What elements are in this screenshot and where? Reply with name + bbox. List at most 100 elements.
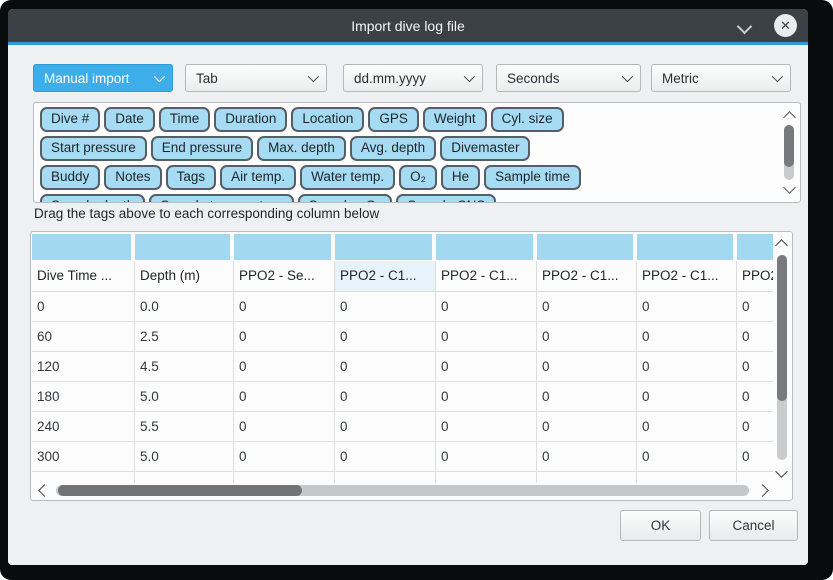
- combo-field-separator[interactable]: Tab: [185, 64, 327, 92]
- tag-max-depth[interactable]: Max. depth: [257, 136, 346, 161]
- table-cell: 0: [436, 352, 537, 381]
- scroll-right-icon[interactable]: [756, 484, 769, 497]
- table-cell: 300: [32, 442, 135, 471]
- column-header[interactable]: Depth (m): [135, 261, 234, 291]
- table-cell: 0: [335, 322, 436, 351]
- table-cell: 0: [737, 292, 773, 321]
- column-header[interactable]: PPO2 - C1...: [436, 261, 537, 291]
- combo-value: dd.mm.yyyy: [354, 71, 456, 86]
- tag-sample-depth[interactable]: Sample depth: [40, 194, 145, 202]
- tag-list-panel: Dive #DateTimeDurationLocationGPSWeightC…: [33, 102, 801, 203]
- table-row: 1204.5000000: [32, 352, 773, 382]
- shade-chevron-down-icon[interactable]: [737, 19, 753, 35]
- scroll-up-icon[interactable]: [775, 239, 788, 252]
- combo-duration-format[interactable]: Seconds: [496, 64, 641, 92]
- combo-import-mode[interactable]: Manual import: [33, 64, 173, 92]
- table-cell: 0: [537, 352, 637, 381]
- tag-row: Sample depth Sample temperature Sample pO₂…: [36, 192, 780, 202]
- tag-air-temp[interactable]: Air temp.: [220, 165, 296, 190]
- table-cell: 0: [737, 412, 773, 441]
- ok-button[interactable]: OK: [620, 510, 701, 541]
- tag-start-pressure[interactable]: Start pressure: [40, 136, 147, 161]
- tag-sample-temperature[interactable]: Sample temperature: [149, 194, 293, 202]
- drop-target-cell[interactable]: [135, 234, 230, 260]
- scrollbar-thumb[interactable]: [58, 485, 302, 496]
- chevron-down-icon: [772, 71, 783, 82]
- titlebar[interactable]: Import dive log file ✕: [8, 9, 808, 42]
- column-header[interactable]: PPO2 - C1...: [737, 261, 773, 291]
- drop-target-cell[interactable]: [436, 234, 533, 260]
- tag-sample-cns[interactable]: Sample CNS: [396, 194, 496, 202]
- table-cell: 120: [32, 352, 135, 381]
- table-cell: 0: [737, 442, 773, 471]
- drop-target-cell[interactable]: [32, 234, 131, 260]
- table-cell: 0: [234, 292, 335, 321]
- tag-cyl-size[interactable]: Cyl. size: [491, 107, 564, 132]
- table-cell: 5.0: [135, 442, 234, 471]
- tag-notes[interactable]: Notes: [104, 165, 161, 190]
- table-cell: 0: [335, 412, 436, 441]
- tag-sample-po[interactable]: Sample pO₂: [298, 194, 393, 202]
- tag-row: BuddyNotesTagsAir temp.Water temp.O₂HeSa…: [36, 163, 780, 192]
- scroll-left-icon[interactable]: [38, 484, 51, 497]
- scroll-up-icon[interactable]: [783, 111, 796, 124]
- table-vertical-scrollbar[interactable]: [773, 233, 791, 482]
- close-button[interactable]: ✕: [774, 14, 797, 37]
- table-horizontal-scrollbar[interactable]: [32, 481, 773, 500]
- tag-end-pressure[interactable]: End pressure: [151, 136, 253, 161]
- drop-target-cell[interactable]: [537, 234, 633, 260]
- drop-target-cell[interactable]: [234, 234, 331, 260]
- tag-divemaster[interactable]: Divemaster: [440, 136, 530, 161]
- tag-water-temp[interactable]: Water temp.: [300, 165, 395, 190]
- drop-target-cell[interactable]: [335, 234, 432, 260]
- tag-avg-depth[interactable]: Avg. depth: [350, 136, 436, 161]
- tag-gps[interactable]: GPS: [368, 107, 419, 132]
- scrollbar-thumb[interactable]: [777, 255, 787, 401]
- table-cell: 180: [32, 382, 135, 411]
- tag-duration[interactable]: Duration: [214, 107, 287, 132]
- column-header[interactable]: PPO2 - C1...: [537, 261, 637, 291]
- tag-buddy[interactable]: Buddy: [40, 165, 100, 190]
- combo-date-format[interactable]: dd.mm.yyyy: [343, 64, 483, 92]
- combo-value: Manual import: [44, 71, 146, 86]
- tag-time[interactable]: Time: [159, 107, 211, 132]
- tag-o[interactable]: O₂: [399, 165, 437, 190]
- drop-target-cell[interactable]: [637, 234, 733, 260]
- column-header[interactable]: PPO2 - C1...: [637, 261, 737, 291]
- table-cell: 0: [436, 292, 537, 321]
- table-row: 3005.0000000: [32, 442, 773, 472]
- import-dive-log-dialog: Import dive log file ✕ Manual import Tab d…: [8, 9, 808, 565]
- tags-vertical-scrollbar[interactable]: [781, 105, 798, 200]
- tag-tags[interactable]: Tags: [166, 165, 217, 190]
- scroll-down-icon[interactable]: [783, 181, 796, 194]
- tag-date[interactable]: Date: [104, 107, 155, 132]
- tag-he[interactable]: He: [441, 165, 480, 190]
- table-cell: 0: [537, 292, 637, 321]
- tag-weight[interactable]: Weight: [423, 107, 487, 132]
- table-row: 602.5000000: [32, 322, 773, 352]
- csv-preview-table: Dive Time ...Depth (m)PPO2 - Se...PPO2 -…: [30, 231, 793, 501]
- table-cell: 5.5: [135, 412, 234, 441]
- table-cell: 0.0: [135, 292, 234, 321]
- tag-rows: Dive #DateTimeDurationLocationGPSWeightC…: [36, 105, 780, 202]
- column-header[interactable]: PPO2 - Se...: [234, 261, 335, 291]
- tag-sample-time[interactable]: Sample time: [484, 165, 581, 190]
- combo-value: Seconds: [507, 71, 614, 86]
- tag-location[interactable]: Location: [291, 107, 364, 132]
- cancel-button[interactable]: Cancel: [709, 510, 798, 541]
- table-cell: 0: [234, 322, 335, 351]
- drop-target-cell[interactable]: [737, 234, 773, 260]
- scrollbar-thumb[interactable]: [784, 125, 794, 167]
- column-drop-row: [32, 233, 773, 261]
- tag-dive[interactable]: Dive #: [40, 107, 100, 132]
- table-cell: 0: [335, 352, 436, 381]
- combo-units[interactable]: Metric: [651, 64, 791, 92]
- table-cell: 0: [234, 352, 335, 381]
- chevron-down-icon: [464, 71, 475, 82]
- column-header[interactable]: PPO2 - C1...: [335, 261, 436, 291]
- dialog-title: Import dive log file: [351, 18, 465, 34]
- table-grid: Dive Time ...Depth (m)PPO2 - Se...PPO2 -…: [32, 233, 773, 500]
- scroll-down-icon[interactable]: [775, 465, 788, 478]
- table-cell: 0: [335, 382, 436, 411]
- column-header[interactable]: Dive Time ...: [32, 261, 135, 291]
